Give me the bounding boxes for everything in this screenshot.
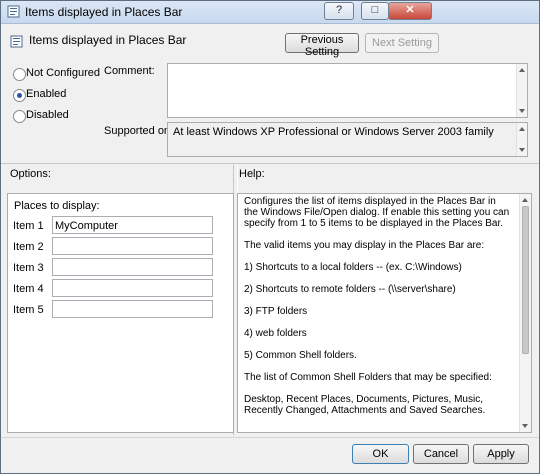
window-title: Items displayed in Places Bar [25,5,183,19]
apply-button[interactable]: Apply [473,444,529,464]
supported-on-value: At least Windows XP Professional or Wind… [173,126,494,138]
places-to-display-label: Places to display: [14,200,100,212]
section-separator [1,163,539,164]
comment-textbox[interactable] [167,63,528,118]
comment-scrollbar[interactable] [516,64,527,117]
supported-on-scrollbar[interactable] [516,123,527,156]
comment-label: Comment: [104,65,155,77]
setting-name: Items displayed in Places Bar [29,33,187,47]
item-2-input[interactable] [52,237,213,255]
scroll-up-arrow-icon[interactable] [522,198,528,202]
supported-on-label: Supported on: [104,125,174,137]
cancel-button[interactable]: Cancel [413,444,469,464]
next-setting-button[interactable]: Next Setting [365,33,439,53]
maximize-button[interactable]: □ [361,2,389,20]
previous-setting-button[interactable]: Previous Setting [285,33,359,58]
options-header: Options: [10,168,51,180]
radio-disabled[interactable]: Disabled [13,109,103,123]
item-3-label: Item 3 [13,262,44,274]
radio-not-configured[interactable]: Not Configured [13,67,103,81]
ok-button[interactable]: OK [352,444,409,464]
radio-disabled-label: Disabled [26,109,69,121]
item-1-input[interactable]: MyComputer [52,216,213,234]
policy-setting-icon [7,5,20,18]
setting-icon [10,35,23,48]
radio-not-configured-label: Not Configured [26,67,100,79]
scroll-down-arrow-icon[interactable] [519,109,525,113]
options-panel: Places to display: Item 1 MyComputer Ite… [7,193,234,433]
help-header: Help: [239,168,265,180]
scroll-down-arrow-icon[interactable] [519,148,525,152]
radio-disabled-circle[interactable] [13,110,26,123]
help-caption-button[interactable]: ? [324,2,354,20]
title-bar[interactable]: Items displayed in Places Bar ? □ ✕ [1,1,539,24]
item-4-label: Item 4 [13,283,44,295]
supported-on-box: At least Windows XP Professional or Wind… [167,122,528,157]
scroll-up-arrow-icon[interactable] [519,127,525,131]
scroll-down-arrow-icon[interactable] [522,424,528,428]
close-button[interactable]: ✕ [388,2,432,20]
scroll-up-arrow-icon[interactable] [519,68,525,72]
policy-setting-dialog: Items displayed in Places Bar ? □ ✕ Item… [0,0,540,474]
item-5-label: Item 5 [13,304,44,316]
radio-enabled-circle[interactable] [13,89,26,102]
radio-enabled-label: Enabled [26,88,67,100]
help-scrollbar[interactable] [519,194,531,432]
item-4-input[interactable] [52,279,213,297]
item-3-input[interactable] [52,258,213,276]
radio-not-configured-circle[interactable] [13,68,26,81]
item-1-label: Item 1 [13,220,44,232]
radio-enabled[interactable]: Enabled [13,88,103,102]
help-text: Configures the list of items displayed i… [244,196,510,416]
dialog-footer: OK Cancel Apply [1,437,539,473]
item-2-label: Item 2 [13,241,44,253]
item-5-input[interactable] [52,300,213,318]
help-panel: Configures the list of items displayed i… [237,193,532,433]
scroll-thumb[interactable] [522,206,529,354]
